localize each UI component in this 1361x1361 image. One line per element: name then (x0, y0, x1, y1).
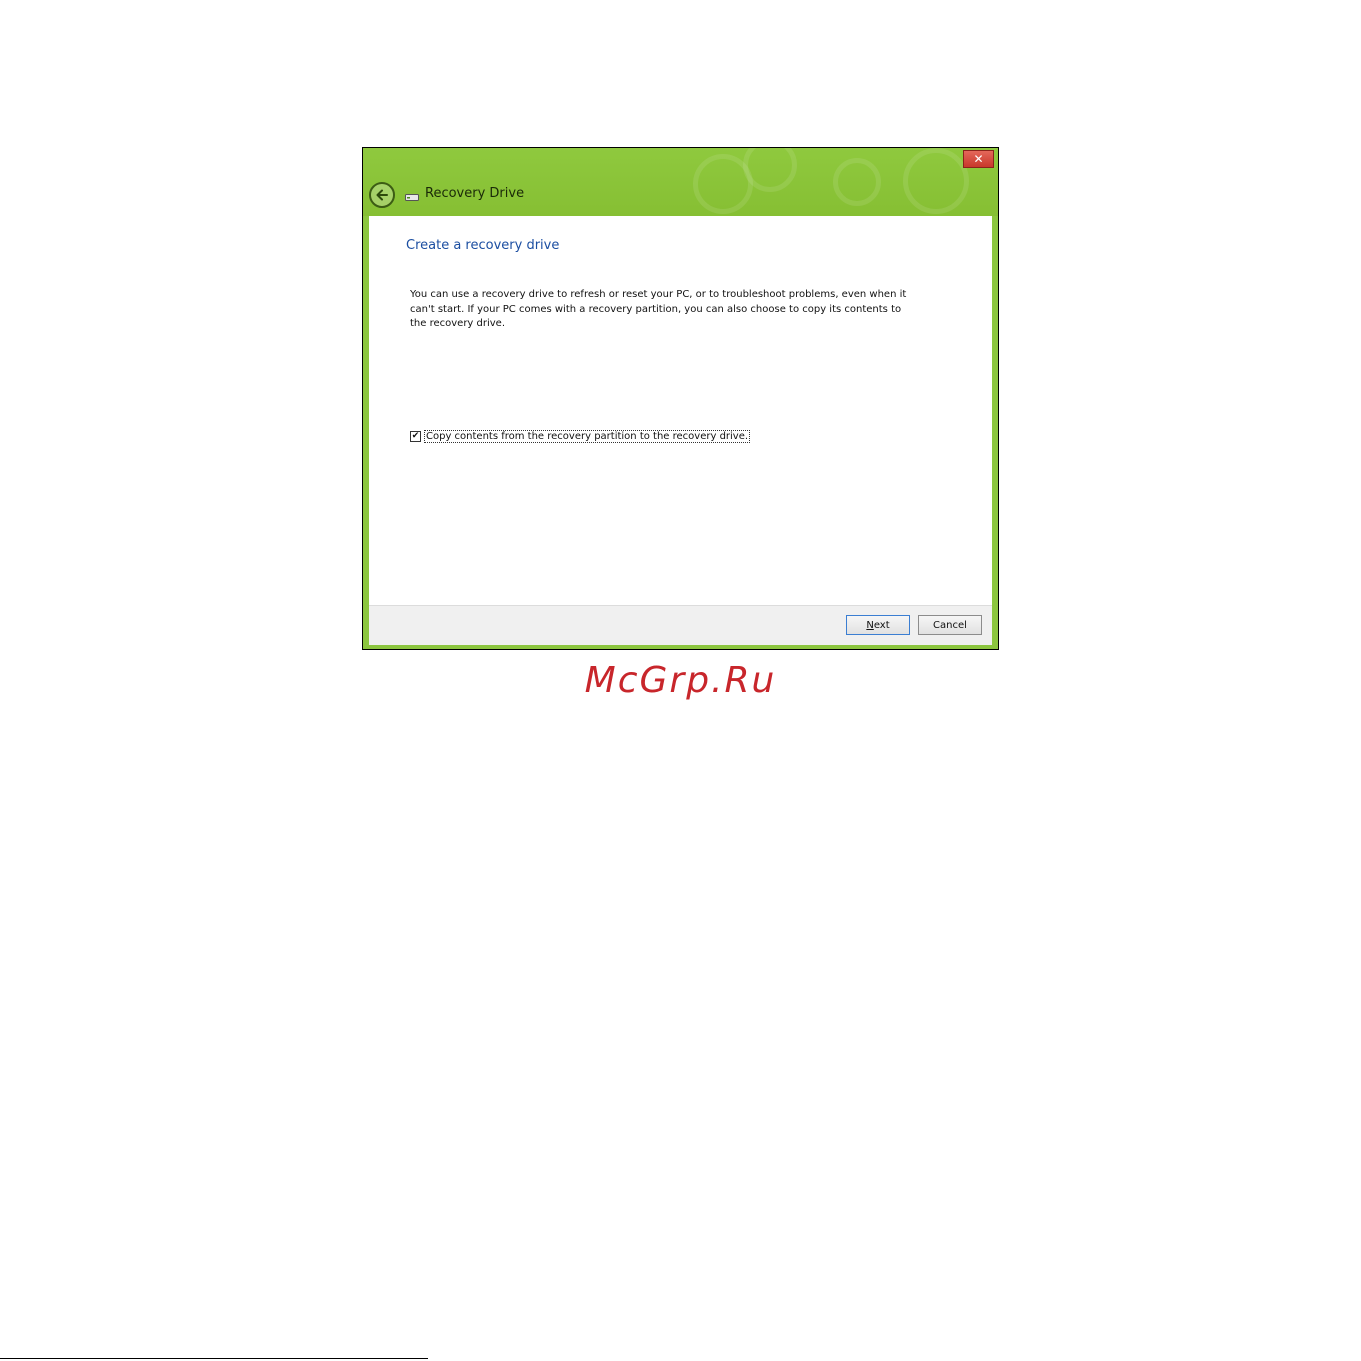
next-button[interactable]: Next (846, 615, 910, 635)
recovery-drive-window: ✕ Recovery Drive Create a recovery drive… (362, 147, 999, 650)
background-decoration (903, 148, 969, 214)
back-button[interactable] (369, 182, 395, 208)
checkmark-icon: ✔ (411, 431, 420, 441)
background-decoration (833, 158, 881, 206)
content-area: Create a recovery drive You can use a re… (369, 216, 992, 605)
close-icon: ✕ (973, 152, 984, 166)
copy-partition-checkbox[interactable]: ✔ (410, 431, 421, 442)
next-mnemonic: N (866, 619, 874, 631)
footer-rule (0, 1358, 428, 1359)
copy-partition-option[interactable]: ✔ Copy contents from the recovery partit… (410, 430, 751, 443)
copy-partition-label[interactable]: Copy contents from the recovery partitio… (424, 430, 751, 443)
cancel-button[interactable]: Cancel (918, 615, 982, 635)
back-arrow-icon (376, 189, 388, 201)
title-bar: ✕ Recovery Drive (363, 148, 998, 216)
next-label: ext (873, 619, 890, 631)
watermark-text: McGrp.Ru (584, 660, 777, 701)
drive-icon (405, 194, 419, 201)
button-bar: Next Cancel (369, 605, 992, 645)
window-title: Recovery Drive (425, 186, 525, 201)
page-heading: Create a recovery drive (406, 238, 560, 253)
page-description: You can use a recovery drive to refresh … (410, 289, 907, 329)
close-button[interactable]: ✕ (963, 150, 994, 168)
